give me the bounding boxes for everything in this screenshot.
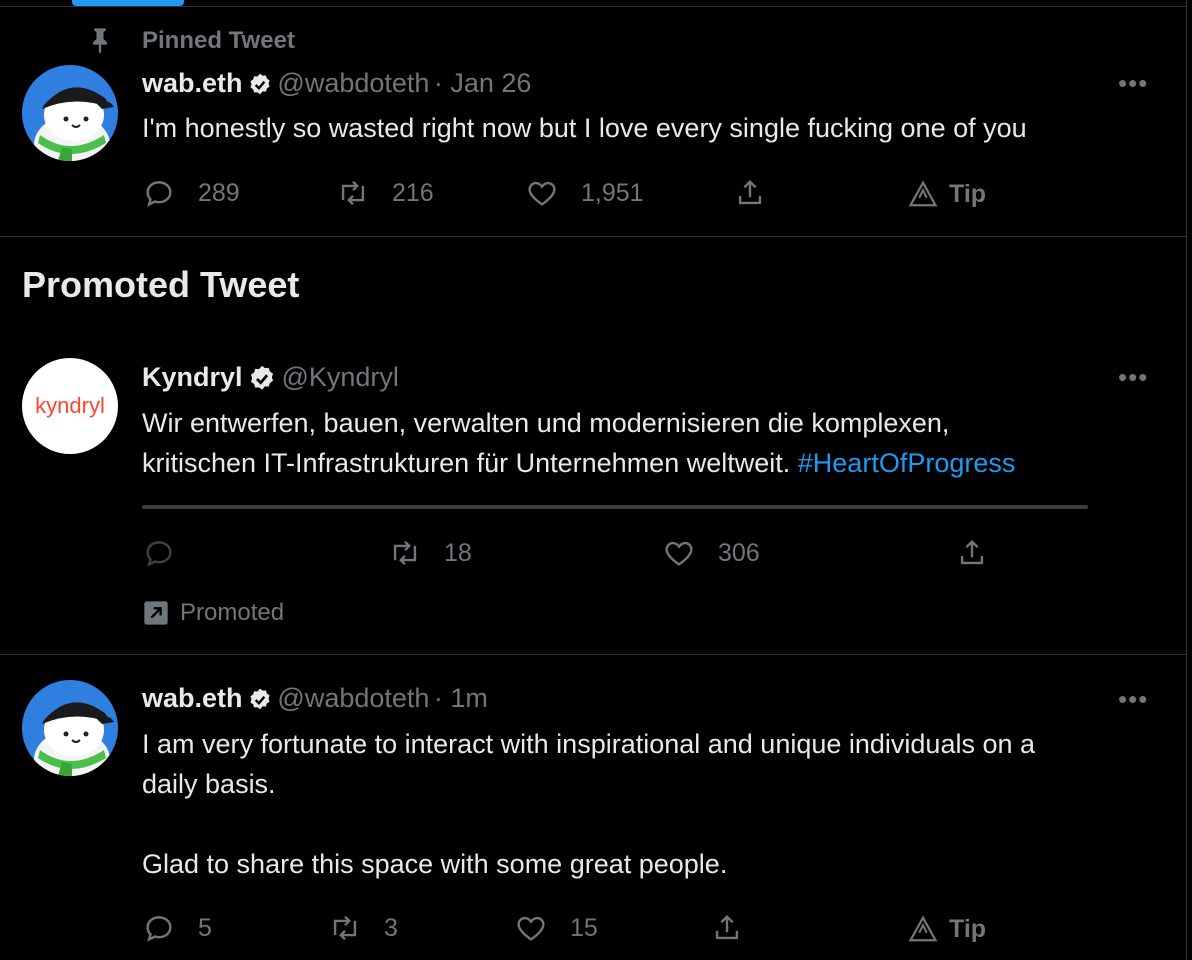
share-icon: [960, 539, 984, 565]
timestamp[interactable]: · 1m: [434, 683, 488, 713]
avatar[interactable]: [22, 65, 118, 161]
retweet-icon: [393, 540, 417, 566]
retweet-count: 18: [444, 538, 472, 567]
retweet-button[interactable]: 3: [328, 911, 398, 945]
tweet-text: Wir entwerfen, bauen, verwalten und mode…: [142, 403, 1015, 483]
heart-icon: [665, 541, 693, 566]
more-options-icon[interactable]: •••: [1118, 684, 1148, 715]
tweet-text: I'm honestly so wasted right now but I l…: [142, 113, 1027, 143]
tip-icon: [908, 180, 938, 207]
retweet-button[interactable]: 18: [388, 536, 472, 570]
heart-icon: [517, 916, 545, 941]
more-options-icon[interactable]: •••: [1118, 68, 1148, 99]
column-border: [1186, 0, 1187, 960]
retweet-count: 216: [392, 178, 434, 207]
like-count: 15: [570, 913, 598, 942]
kyndryl-logo: kyndryl: [35, 393, 105, 418]
like-count: 1,951: [581, 178, 644, 207]
tweet-text-line: I am very fortunate to interact with ins…: [142, 729, 1036, 759]
tip-label: Tip: [949, 179, 987, 208]
avatar[interactable]: kyndryl: [22, 358, 118, 454]
verified-badge-icon: [247, 72, 273, 103]
tip-button[interactable]: Tip: [907, 179, 986, 209]
promoted-label: Promoted: [180, 599, 285, 626]
tweet-header: wab.eth @wabdoteth · 1m: [142, 683, 488, 718]
handle[interactable]: @Kyndryl: [281, 362, 398, 392]
hashtag-link[interactable]: #HeartOfProgress: [798, 448, 1016, 478]
reply-count: 289: [198, 178, 240, 207]
retweet-count: 3: [384, 913, 398, 942]
tip-label: Tip: [949, 914, 987, 943]
tweet-header: Kyndryl @Kyndryl: [142, 362, 399, 399]
tweet-text-line: daily basis.: [142, 769, 276, 799]
avatar[interactable]: [22, 680, 118, 776]
more-options-icon[interactable]: •••: [1118, 362, 1148, 393]
tweet-text: I am very fortunate to interact with ins…: [142, 724, 1035, 884]
timestamp[interactable]: · Jan 26: [434, 68, 532, 98]
display-name[interactable]: wab.eth: [142, 683, 243, 713]
like-count: 306: [718, 538, 760, 567]
progress-bar: [142, 505, 1088, 509]
reply-button[interactable]: 5: [142, 911, 212, 945]
divider: [0, 6, 1186, 7]
share-button[interactable]: [955, 536, 989, 570]
pinned-label: Pinned Tweet: [142, 27, 295, 54]
promoted-indicator[interactable]: Promoted: [142, 599, 284, 627]
section-heading: Promoted Tweet: [22, 264, 300, 305]
reply-count: 5: [198, 913, 212, 942]
reply-icon: [146, 916, 172, 942]
reply-icon: [146, 541, 172, 567]
divider: [0, 654, 1186, 655]
handle[interactable]: @wabdoteth: [277, 68, 429, 98]
divider: [0, 236, 1186, 237]
retweet-icon: [341, 180, 365, 206]
tweet-text-fragment: kritischen IT-Infrastrukturen für Untern…: [142, 448, 791, 478]
share-icon: [715, 914, 739, 940]
handle[interactable]: @wabdoteth: [277, 683, 429, 713]
share-button[interactable]: [710, 911, 744, 945]
promoted-icon: [144, 601, 168, 625]
verified-badge-icon: [247, 687, 273, 718]
share-button[interactable]: [733, 176, 767, 210]
like-button[interactable]: 306: [662, 536, 760, 570]
tweet-text-line: Wir entwerfen, bauen, verwalten und mode…: [142, 408, 950, 438]
verified-badge-icon: [247, 364, 277, 399]
display-name[interactable]: Kyndryl: [142, 362, 243, 392]
share-icon: [738, 179, 762, 205]
display-name[interactable]: wab.eth: [142, 68, 243, 98]
pin-icon: [86, 26, 114, 59]
reply-button[interactable]: [142, 536, 176, 570]
like-button[interactable]: 1,951: [525, 176, 644, 210]
reply-button[interactable]: 289: [142, 176, 240, 210]
heart-icon: [528, 181, 556, 206]
tip-button[interactable]: Tip: [907, 914, 986, 944]
like-button[interactable]: 15: [514, 911, 598, 945]
tip-icon: [908, 915, 938, 942]
tweet-text-line: Glad to share this space with some great…: [142, 849, 728, 879]
tweet-text-line: kritischen IT-Infrastrukturen für Untern…: [142, 443, 1015, 483]
retweet-button[interactable]: 216: [336, 176, 434, 210]
retweet-icon: [333, 915, 357, 941]
tweet-header: wab.eth @wabdoteth · Jan 26: [142, 68, 531, 103]
reply-icon: [146, 181, 172, 207]
